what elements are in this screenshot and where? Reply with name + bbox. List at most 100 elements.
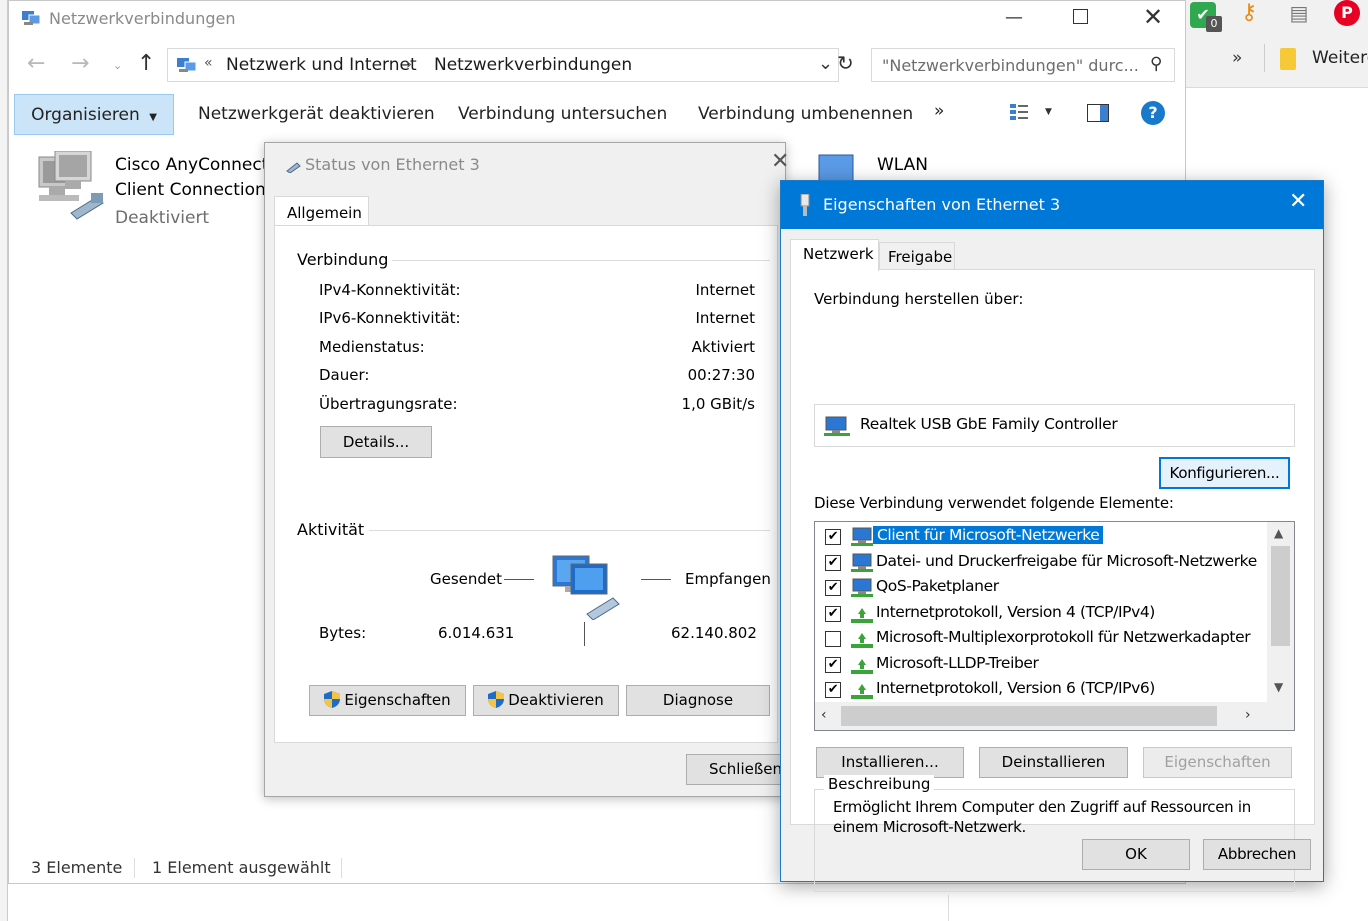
- uninstall-button[interactable]: Deinstallieren: [979, 747, 1128, 778]
- diagnose-button[interactable]: Diagnose: [626, 685, 770, 716]
- bookmarks-more[interactable]: »: [1232, 48, 1242, 68]
- breadcrumb-item[interactable]: Netzwerkverbindungen: [434, 55, 632, 75]
- disable-device-button[interactable]: Netzwerkgerät deaktivieren: [188, 94, 445, 134]
- extension-badge: 0: [1206, 16, 1222, 32]
- help-icon[interactable]: ?: [1141, 101, 1165, 125]
- organize-button[interactable]: Organisieren ▼: [14, 94, 174, 135]
- scroll-thumb[interactable]: [1271, 546, 1290, 646]
- uac-shield-icon: [324, 689, 341, 708]
- item-name[interactable]: Cisco AnyConnect S: [115, 155, 285, 175]
- properties-dialog: Eigenschaften von Ethernet 3 ✕ Netzwerk …: [780, 180, 1324, 892]
- more-commands-button[interactable]: »: [924, 91, 954, 131]
- scroll-right-icon[interactable]: ›: [1245, 707, 1251, 723]
- cancel-button[interactable]: Abbrechen: [1203, 839, 1311, 870]
- item-name[interactable]: WLAN: [877, 155, 928, 175]
- key-icon[interactable]: ⚷: [1236, 0, 1262, 26]
- back-icon[interactable]: ←: [27, 51, 45, 76]
- checkbox[interactable]: ✔: [825, 529, 841, 545]
- ethernet-icon: [285, 158, 301, 174]
- caret-down-icon: ▼: [149, 112, 157, 123]
- checkbox[interactable]: ✔: [825, 580, 841, 596]
- description-text: Ermöglicht Ihrem Computer den Zugriff au…: [833, 798, 1251, 816]
- elements-label: Diese Verbindung verwendet folgende Elem…: [814, 494, 1174, 512]
- checkbox[interactable]: ✔: [825, 682, 841, 698]
- vertical-scrollbar[interactable]: ▲ ▼: [1267, 522, 1294, 702]
- change-view-icon[interactable]: [1009, 102, 1029, 122]
- diagnose-button[interactable]: Verbindung untersuchen: [448, 94, 677, 134]
- row-label: IPv6-Konnektivität:: [319, 309, 461, 327]
- scroll-thumb[interactable]: [841, 706, 1217, 726]
- bytes-received: 62.140.802: [671, 624, 757, 642]
- rename-button[interactable]: Verbindung umbenennen: [688, 94, 923, 134]
- row-value: 1,0 GBit/s: [681, 395, 755, 413]
- list-item[interactable]: ✔ Internetprotokoll, Version 6 (TCP/IPv6…: [815, 677, 1267, 703]
- list-item[interactable]: ✔ Internetprotokoll, Version 4 (TCP/IPv4…: [815, 601, 1267, 627]
- pinterest-icon[interactable]: P: [1334, 0, 1360, 26]
- row-value: 00:27:30: [687, 366, 755, 384]
- scroll-up-icon[interactable]: ▲: [1274, 526, 1283, 540]
- checkbox[interactable]: [825, 631, 841, 647]
- chevron-down-icon[interactable]: ⌄: [818, 53, 833, 74]
- recent-locations-icon[interactable]: ⌄: [113, 59, 122, 72]
- elements-list[interactable]: ✔ Client für Microsoft-Netzwerke ✔ Datei…: [814, 521, 1295, 731]
- checkbox[interactable]: ✔: [825, 554, 841, 571]
- tab-sharing[interactable]: Freigabe: [879, 242, 955, 270]
- forward-icon[interactable]: →: [71, 51, 89, 76]
- deactivate-button[interactable]: Deaktivieren: [473, 685, 619, 716]
- up-icon[interactable]: ↑: [137, 51, 155, 76]
- bookmark-folder-label[interactable]: Weitere: [1312, 48, 1368, 68]
- list-item-label: Internetprotokoll, Version 4 (TCP/IPv4): [876, 602, 1155, 621]
- configure-button[interactable]: Konfigurieren...: [1159, 457, 1290, 489]
- breadcrumb-overflow-icon[interactable]: «: [204, 55, 213, 71]
- protocol-icon: [851, 604, 873, 624]
- minimize-icon[interactable]: —: [1005, 7, 1023, 28]
- breadcrumb-item[interactable]: Netzwerk und Internet: [226, 55, 417, 75]
- close-icon[interactable]: ✕: [771, 149, 789, 174]
- checkbox[interactable]: ✔: [825, 656, 841, 673]
- received-label: Empfangen: [685, 570, 771, 588]
- address-bar[interactable]: « Netzwerk und Internet › Netzwerkverbin…: [167, 48, 839, 82]
- list-item-label: Microsoft-Multiplexorprotokoll für Netzw…: [876, 628, 1251, 646]
- caret-down-icon[interactable]: ▼: [1045, 107, 1052, 117]
- ok-button[interactable]: OK: [1082, 839, 1190, 870]
- item-name[interactable]: Client Connection: [115, 180, 266, 200]
- details-button[interactable]: Details...: [320, 426, 432, 458]
- group-line: [392, 260, 770, 261]
- group-title: Beschreibung: [824, 775, 935, 793]
- horizontal-scrollbar[interactable]: ‹ ›: [815, 702, 1294, 730]
- group-line: [369, 530, 770, 531]
- organize-label: Organisieren: [31, 105, 140, 125]
- properties-button[interactable]: Eigenschaften: [309, 685, 466, 716]
- preview-pane-icon[interactable]: [1087, 104, 1109, 122]
- close-icon[interactable]: ✕: [1143, 3, 1163, 31]
- tab-general[interactable]: Allgemein: [274, 196, 369, 227]
- maximize-icon[interactable]: [1073, 9, 1088, 24]
- deactivate-label: Deaktivieren: [508, 691, 604, 709]
- bytes-sent: 6.014.631: [438, 624, 515, 642]
- list-item[interactable]: ✔ Client für Microsoft-Netzwerke: [815, 524, 1267, 550]
- row-label: IPv4-Konnektivität:: [319, 281, 461, 299]
- list-item[interactable]: ✔ Microsoft-LLDP-Treiber: [815, 652, 1267, 678]
- tab-network[interactable]: Netzwerk: [790, 239, 879, 271]
- document-icon[interactable]: ▤: [1286, 0, 1312, 26]
- refresh-icon[interactable]: ↻: [837, 51, 854, 75]
- list-item[interactable]: ✔ QoS-Paketplaner: [815, 575, 1267, 601]
- scroll-left-icon[interactable]: ‹: [821, 707, 827, 723]
- install-button[interactable]: Installieren...: [816, 747, 964, 778]
- list-item[interactable]: ✔ Datei- und Druckerfreigabe für Microso…: [815, 550, 1267, 576]
- properties-button-disabled[interactable]: Eigenschaften: [1143, 747, 1292, 778]
- scroll-down-icon[interactable]: ▼: [1274, 680, 1283, 694]
- breadcrumb-separator-icon[interactable]: ›: [406, 55, 412, 73]
- wlan-adapter-icon[interactable]: [809, 151, 857, 182]
- list-item[interactable]: Microsoft-Multiplexorprotokoll für Netzw…: [815, 626, 1267, 652]
- search-input[interactable]: "Netzwerkverbindungen" durc... ⚲: [871, 48, 1175, 82]
- item-status: Deaktiviert: [115, 208, 210, 228]
- close-icon[interactable]: ✕: [1289, 189, 1307, 214]
- window-title: Netzwerkverbindungen: [49, 9, 236, 28]
- close-button[interactable]: Schließen: [686, 754, 782, 785]
- dialog-title: Eigenschaften von Ethernet 3: [823, 195, 1061, 214]
- network-adapter-icon[interactable]: [35, 150, 107, 227]
- uac-shield-icon: [488, 689, 505, 708]
- checkbox[interactable]: ✔: [825, 605, 841, 622]
- search-icon[interactable]: ⚲: [1150, 54, 1162, 74]
